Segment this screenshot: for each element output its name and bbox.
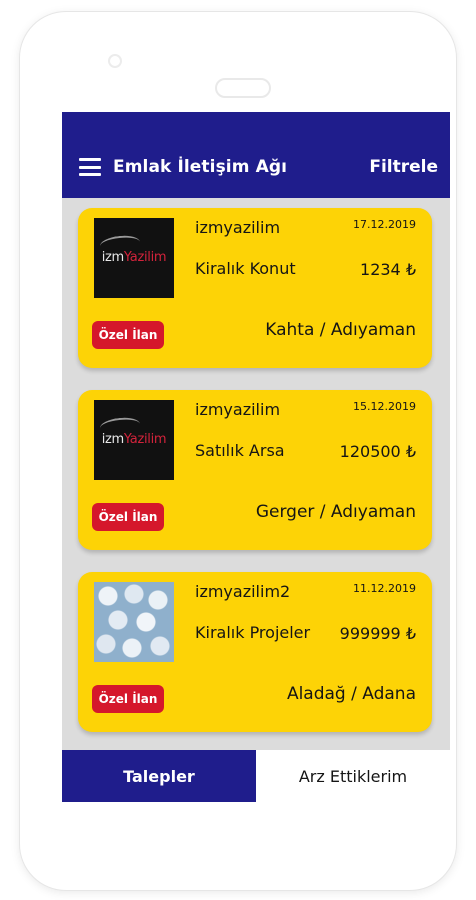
izmyazilim-logo: izmYazilim (101, 432, 167, 447)
listing-list[interactable]: izmYazilim izmyazilim 17.12.2019 Kiralık… (62, 198, 450, 750)
ozel-ilan-badge: Özel İlan (92, 685, 164, 713)
listing-location: Aladağ / Adana (286, 684, 416, 704)
tab-arz-ettiklerim[interactable]: Arz Ettiklerim (256, 750, 450, 802)
tab-talepler[interactable]: Talepler (62, 750, 256, 802)
ozel-ilan-badge: Özel İlan (92, 321, 164, 349)
listing-price: 120500 ₺ (339, 442, 416, 461)
listing-card[interactable]: izmyazilim2 11.12.2019 Kiralık Projeler … (78, 572, 432, 732)
listing-image: izmYazilim (94, 218, 174, 298)
bottom-navigation: Talepler Arz Ettiklerim (62, 750, 450, 802)
camera-icon (108, 54, 122, 68)
listing-price: 1234 ₺ (360, 260, 416, 279)
listing-image: izmYazilim (94, 400, 174, 480)
app-title: Emlak İletişim Ağı (113, 157, 288, 177)
listing-username: izmyazilim2 (195, 582, 291, 601)
listing-date: 11.12.2019 (353, 582, 416, 595)
ozel-ilan-badge: Özel İlan (92, 503, 164, 531)
listing-price: 999999 ₺ (339, 624, 416, 643)
listing-type: Kiralık Projeler (195, 623, 311, 642)
listing-username: izmyazilim (195, 400, 281, 419)
app-bar: Emlak İletişim Ağı Filtrele (62, 112, 450, 198)
phone-frame: Emlak İletişim Ağı Filtrele izmYazilim i… (20, 12, 456, 890)
listing-type: Satılık Arsa (195, 441, 285, 460)
listing-type: Kiralık Konut (195, 259, 296, 278)
listing-card[interactable]: izmYazilim izmyazilim 15.12.2019 Satılık… (78, 390, 432, 550)
pills-photo-icon (94, 582, 174, 662)
listing-date: 15.12.2019 (353, 400, 416, 413)
listing-date: 17.12.2019 (353, 218, 416, 231)
listing-location: Kahta / Adıyaman (265, 320, 416, 340)
filter-button[interactable]: Filtrele (369, 157, 438, 177)
speaker-grille (215, 78, 271, 98)
listing-location: Gerger / Adıyaman (255, 502, 416, 522)
app-screen: Emlak İletişim Ağı Filtrele izmYazilim i… (62, 112, 450, 802)
izmyazilim-logo: izmYazilim (101, 250, 167, 265)
hamburger-menu-icon[interactable] (79, 158, 101, 176)
listing-username: izmyazilim (195, 218, 281, 237)
listing-card[interactable]: izmYazilim izmyazilim 17.12.2019 Kiralık… (78, 208, 432, 368)
